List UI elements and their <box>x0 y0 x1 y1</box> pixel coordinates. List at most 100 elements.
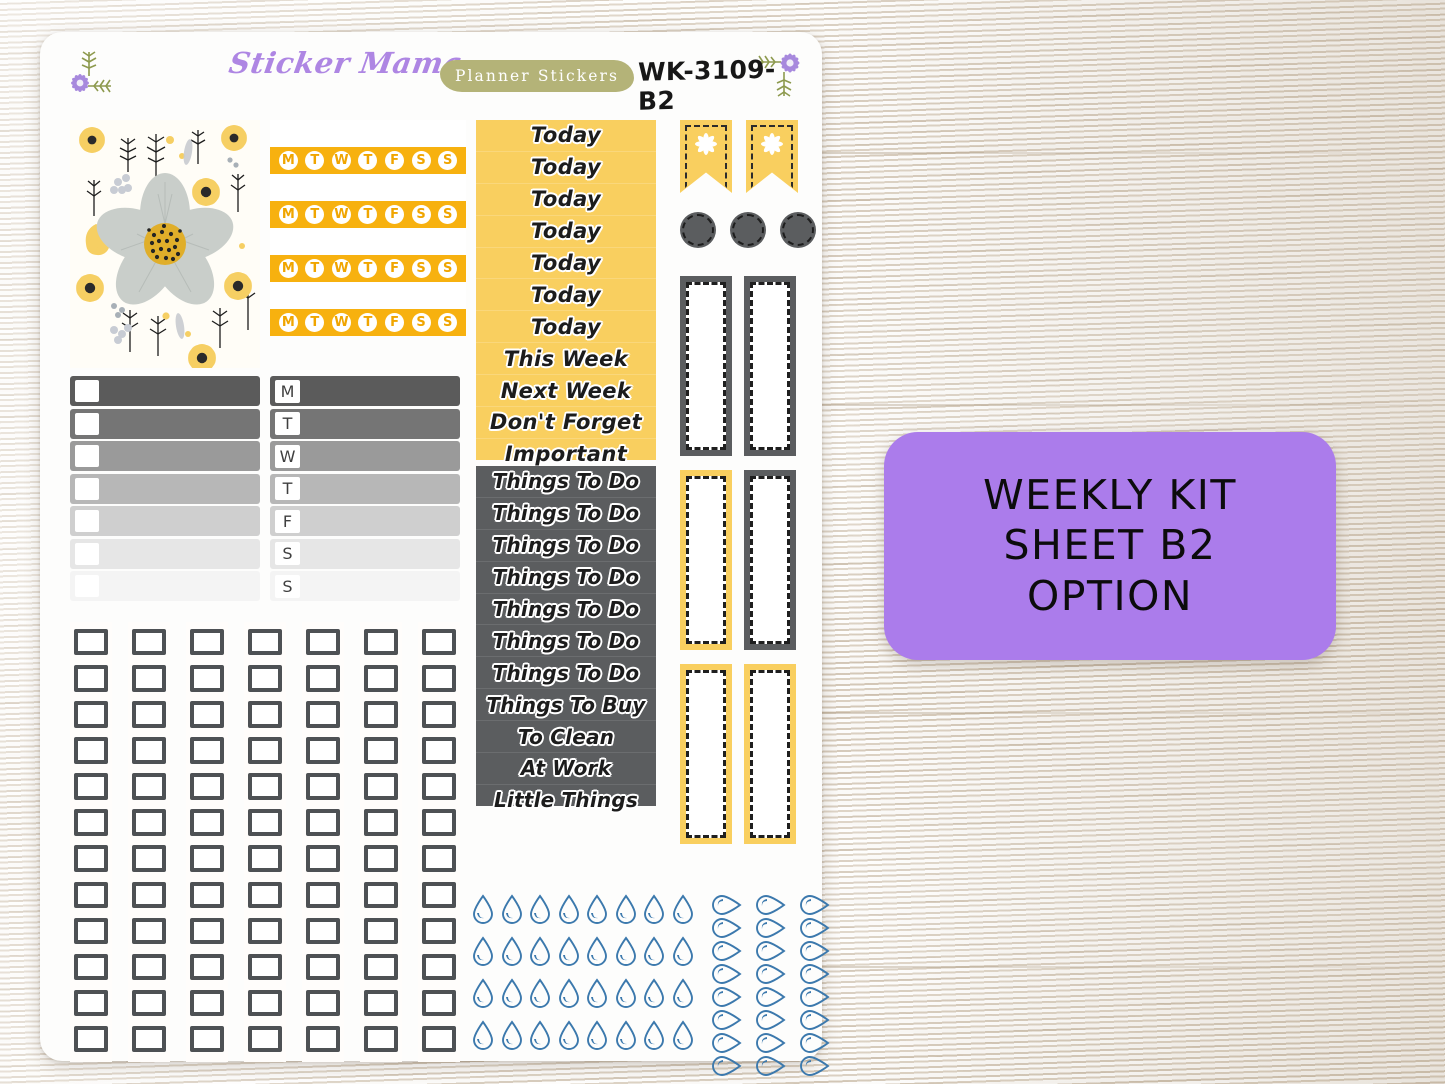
vertical-strip-sticker[interactable] <box>680 276 732 456</box>
water-drop-icon[interactable] <box>615 1020 637 1050</box>
checkbox-square[interactable] <box>132 917 166 945</box>
checkbox-square[interactable] <box>422 917 456 945</box>
checkbox-square[interactable] <box>132 989 166 1017</box>
checkbox-square[interactable] <box>132 881 166 909</box>
todo-sticker-row[interactable]: At Work <box>476 753 656 785</box>
checkbox-square[interactable] <box>190 809 224 836</box>
todo-sticker-row[interactable]: Things To Do <box>476 562 656 594</box>
checkbox-square[interactable] <box>422 665 456 692</box>
water-drop-icon[interactable] <box>712 963 742 985</box>
checkbox-square[interactable] <box>74 953 108 981</box>
grey-weekday-bar[interactable]: F <box>270 506 460 536</box>
checkbox-square[interactable] <box>75 575 99 597</box>
water-drop-icon[interactable] <box>756 1055 786 1077</box>
water-drop-icon[interactable] <box>529 936 551 966</box>
water-drop-icon[interactable] <box>756 986 786 1008</box>
checkbox-square[interactable] <box>190 881 224 909</box>
weekday-letter-row[interactable]: MTWTFSS <box>270 147 466 174</box>
todo-sticker-row[interactable]: Things To Do <box>476 625 656 658</box>
water-drop-icon[interactable] <box>472 978 494 1008</box>
today-sticker-row[interactable]: This Week <box>476 343 656 376</box>
todo-sticker-row[interactable]: Things To Do <box>476 498 656 530</box>
weekday-write-row[interactable] <box>270 174 466 201</box>
checkbox-square[interactable] <box>190 953 224 981</box>
water-drop-icon[interactable] <box>800 986 830 1008</box>
checkbox-square[interactable] <box>364 1025 398 1053</box>
vertical-strip-sticker[interactable] <box>680 664 732 844</box>
checkbox-square[interactable] <box>248 917 282 945</box>
todo-sticker-row[interactable]: Little Things <box>476 785 656 817</box>
checkbox-square[interactable] <box>306 701 340 728</box>
checkbox-square[interactable] <box>248 629 282 656</box>
checkbox-square[interactable] <box>74 773 108 800</box>
water-drop-icon[interactable] <box>712 940 742 962</box>
water-drop-icon[interactable] <box>558 936 580 966</box>
checkbox-square[interactable] <box>75 445 99 467</box>
weekday-letter-row[interactable]: MTWTFSS <box>270 201 466 228</box>
checkbox-square[interactable] <box>190 773 224 800</box>
dot-sticker[interactable] <box>680 212 716 248</box>
checkbox-square[interactable] <box>132 953 166 981</box>
checkbox-square[interactable] <box>422 989 456 1017</box>
water-drop-icon[interactable] <box>672 1020 694 1050</box>
dot-sticker[interactable] <box>730 212 766 248</box>
checkbox-square[interactable] <box>306 737 340 764</box>
checkbox-square[interactable] <box>248 1025 282 1053</box>
checkbox-square[interactable] <box>190 845 224 872</box>
checkbox-square[interactable] <box>248 773 282 800</box>
checkbox-square[interactable] <box>248 953 282 981</box>
checkbox-square[interactable] <box>248 809 282 836</box>
water-drop-icon[interactable] <box>501 978 523 1008</box>
checkbox-square[interactable] <box>132 701 166 728</box>
checkbox-square[interactable] <box>75 380 99 402</box>
grey-weekday-bar[interactable]: T <box>270 473 460 504</box>
banner-flag-sticker[interactable] <box>746 120 798 193</box>
water-drop-icon[interactable] <box>756 894 786 916</box>
checkbox-square[interactable] <box>74 809 108 836</box>
checkbox-square[interactable] <box>306 629 340 656</box>
water-drop-icon[interactable] <box>586 978 608 1008</box>
checkbox-square[interactable] <box>74 665 108 692</box>
checkbox-square[interactable] <box>422 845 456 872</box>
checkbox-square[interactable] <box>248 845 282 872</box>
water-drop-icon[interactable] <box>586 894 608 924</box>
water-drop-icon[interactable] <box>756 963 786 985</box>
checkbox-square[interactable] <box>364 665 398 692</box>
checkbox-square[interactable] <box>364 737 398 764</box>
checkbox-square[interactable] <box>190 737 224 764</box>
today-sticker-row[interactable]: Today <box>476 248 656 280</box>
water-drop-icon[interactable] <box>800 940 830 962</box>
today-sticker-row[interactable]: Today <box>476 184 656 216</box>
floral-pattern-sticker[interactable] <box>70 120 260 368</box>
water-drop-icon[interactable] <box>672 894 694 924</box>
grey-weekday-bar[interactable]: W <box>270 441 460 471</box>
water-drop-icon[interactable] <box>756 1009 786 1031</box>
today-sticker-row[interactable]: Today <box>476 311 656 344</box>
checkbox-square[interactable] <box>132 737 166 764</box>
checkbox-square[interactable] <box>75 412 99 435</box>
checkbox-square[interactable] <box>364 989 398 1017</box>
water-drop-icon[interactable] <box>643 978 665 1008</box>
water-drop-icon[interactable] <box>472 894 494 924</box>
checkbox-square[interactable] <box>74 701 108 728</box>
water-drop-icon[interactable] <box>472 1020 494 1050</box>
water-drop-icon[interactable] <box>643 1020 665 1050</box>
checkbox-square[interactable] <box>364 629 398 656</box>
checkbox-square[interactable] <box>364 809 398 836</box>
water-drop-icon[interactable] <box>586 1020 608 1050</box>
weekday-write-row[interactable] <box>270 120 466 147</box>
checkbox-square[interactable] <box>364 953 398 981</box>
checkbox-square[interactable] <box>306 809 340 836</box>
water-drop-icon[interactable] <box>472 936 494 966</box>
checkbox-square[interactable] <box>422 1025 456 1053</box>
checkbox-square[interactable] <box>306 881 340 909</box>
checkbox-square[interactable] <box>306 845 340 872</box>
water-drop-icon[interactable] <box>800 1009 830 1031</box>
water-drop-icon[interactable] <box>615 894 637 924</box>
water-drop-icon[interactable] <box>586 936 608 966</box>
checkbox-square[interactable] <box>306 1025 340 1053</box>
water-drop-icon[interactable] <box>501 1020 523 1050</box>
grey-checkbox-bar[interactable] <box>70 376 260 406</box>
dot-sticker[interactable] <box>780 212 816 248</box>
checkbox-square[interactable] <box>74 629 108 656</box>
